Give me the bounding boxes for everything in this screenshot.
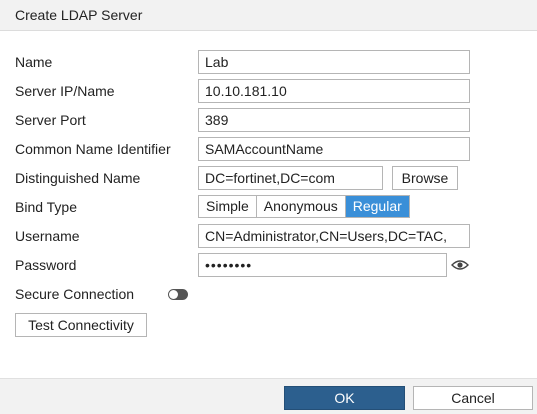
username-label: Username <box>15 228 80 244</box>
show-password-icon[interactable] <box>451 258 469 272</box>
dn-label: Distinguished Name <box>15 170 141 186</box>
ok-button[interactable]: OK <box>284 386 405 410</box>
bind-type-regular[interactable]: Regular <box>345 196 409 217</box>
test-connectivity-button[interactable]: Test Connectivity <box>15 313 147 337</box>
password-field[interactable]: •••••••• <box>198 253 447 277</box>
dn-field[interactable]: DC=fortinet,DC=com <box>198 166 383 190</box>
password-label: Password <box>15 257 77 273</box>
cn-identifier-field[interactable]: SAMAccountName <box>198 137 470 161</box>
server-field[interactable]: 10.10.181.10 <box>198 79 470 103</box>
name-field[interactable]: Lab <box>198 50 470 74</box>
bind-type-selector: Simple Anonymous Regular <box>198 195 410 218</box>
dialog-title-bar: Create LDAP Server <box>0 0 537 31</box>
secure-connection-label: Secure Connection <box>15 286 135 302</box>
username-field[interactable]: CN=Administrator,CN=Users,DC=TAC, <box>198 224 470 248</box>
bind-type-simple[interactable]: Simple <box>199 196 257 217</box>
server-label: Server IP/Name <box>15 83 115 99</box>
bind-type-label: Bind Type <box>15 199 78 215</box>
cancel-button[interactable]: Cancel <box>413 386 533 410</box>
dialog-title: Create LDAP Server <box>15 7 143 23</box>
name-label: Name <box>15 54 53 70</box>
port-field[interactable]: 389 <box>198 108 470 132</box>
bind-type-anonymous[interactable]: Anonymous <box>257 196 346 217</box>
toggle-knob <box>169 290 178 299</box>
port-label: Server Port <box>15 112 86 128</box>
browse-button[interactable]: Browse <box>392 166 458 190</box>
cn-identifier-label: Common Name Identifier <box>15 141 171 157</box>
secure-connection-toggle[interactable] <box>168 289 188 300</box>
